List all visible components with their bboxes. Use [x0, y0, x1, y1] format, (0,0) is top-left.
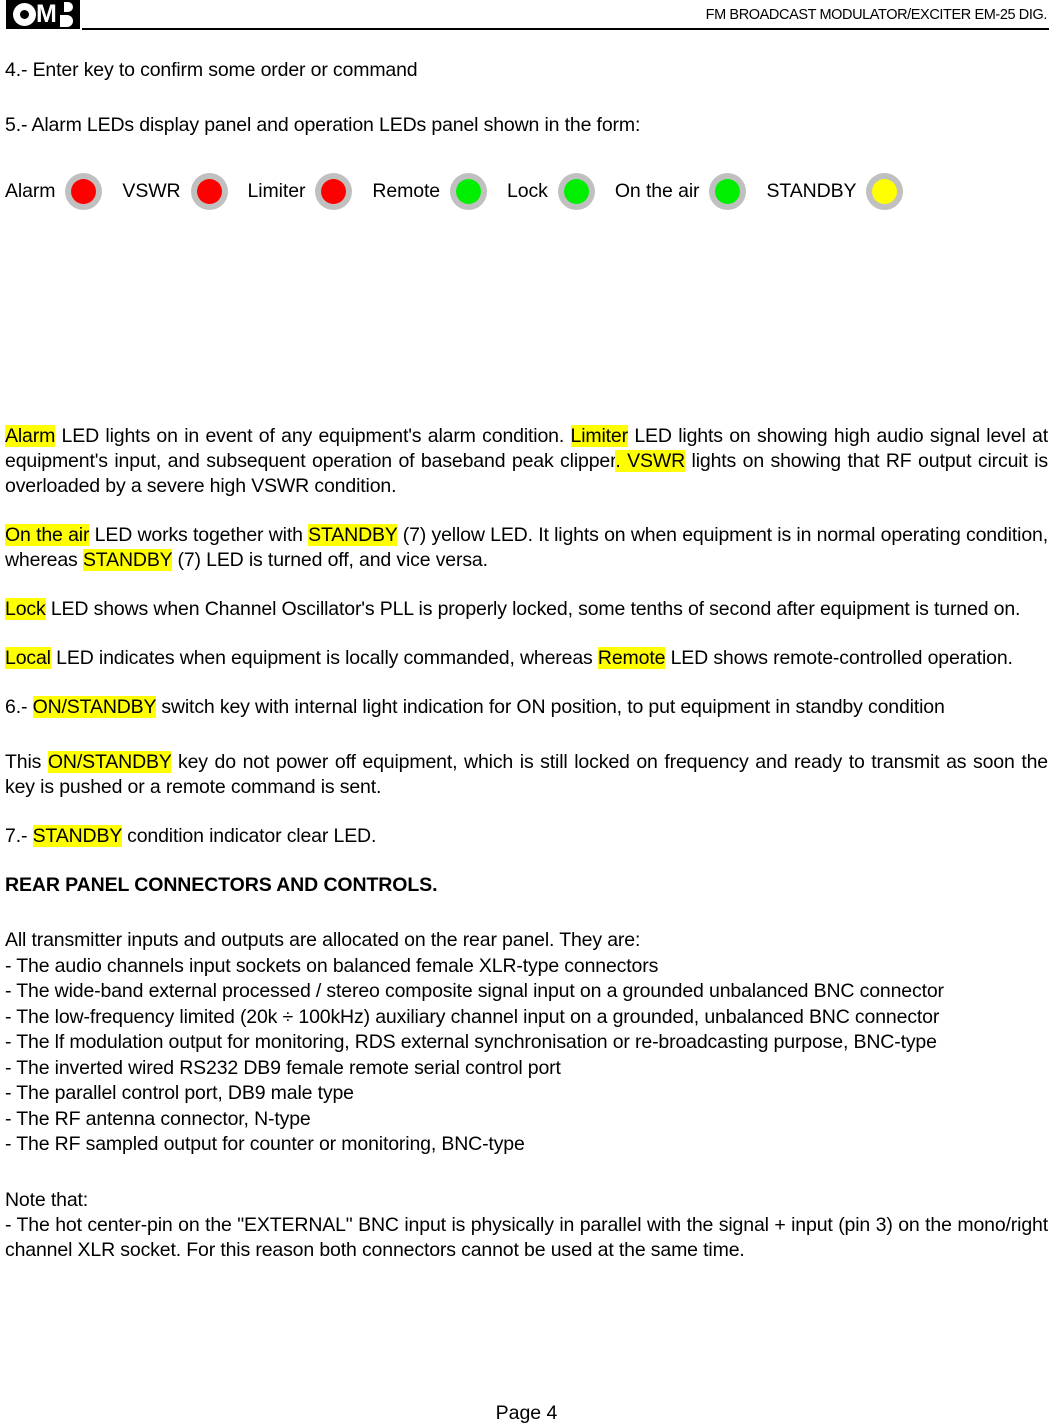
highlight-limiter: Limiter — [570, 425, 628, 447]
rear-panel-bullet: - The RF sampled output for counter or m… — [5, 1133, 525, 1155]
blank-space — [5, 214, 1048, 424]
highlight-on-the-air: On the air — [5, 524, 90, 546]
highlight-on-standby-1: ON/STANDBY — [32, 696, 157, 718]
highlight-lock: Lock — [5, 598, 46, 620]
list-item-4: 4.- Enter key to confirm some order or c… — [5, 59, 418, 81]
led-vswr — [190, 172, 228, 210]
header-title: FM BROADCAST MODULATOR/EXCITER EM-25 DIG… — [705, 7, 1048, 23]
page-number: Page 4 — [495, 1402, 558, 1424]
led-standby — [866, 172, 904, 210]
paragraph-local: Local LED indicates when equipment is lo… — [5, 646, 1048, 671]
led-label-standby: STANDBY — [766, 179, 857, 202]
highlight-vswr: . VSWR — [615, 450, 686, 472]
highlight-remote: Remote — [597, 647, 666, 669]
highlight-standby-1: STANDBY — [308, 524, 398, 546]
note-text: - The hot center-pin on the "EXTERNAL" B… — [5, 1213, 1048, 1261]
led-indicator-panel: Alarm VSWR Limiter Remote Lock On the ai… — [5, 168, 1048, 214]
list-item-6: 6.- ON/STANDBY switch key with internal … — [5, 695, 1048, 720]
led-on-the-air — [709, 172, 747, 210]
rear-panel-bullet: - The audio channels input sockets on ba… — [5, 954, 659, 977]
omb-logo: M — [6, 0, 80, 29]
section-heading-rear-panel: REAR PANEL CONNECTORS AND CONTROLS. — [5, 874, 438, 896]
paragraph-lock-text-1: LED shows when Channel Oscillator's PLL … — [45, 598, 1021, 620]
led-bulb-vswr-icon — [196, 178, 222, 204]
led-label-alarm: Alarm — [5, 179, 56, 202]
paragraph-on-standby-note: This ON/STANDBY key do not power off equ… — [5, 750, 1048, 800]
led-bulb-remote-icon — [456, 178, 482, 204]
list-item-5: 5.- Alarm LEDs display panel and operati… — [5, 114, 641, 136]
paragraph-on-the-air-text-3: (7) LED is turned off, and vice versa. — [172, 549, 488, 571]
paragraph-alarm: Alarm LED lights on in event of any equi… — [5, 424, 1048, 499]
highlight-alarm: Alarm — [5, 425, 56, 447]
paragraph-local-text-1: LED indicates when equipment is locally … — [50, 647, 598, 669]
rear-panel-bullet: - The parallel control port, DB9 male ty… — [5, 1082, 354, 1104]
logo-letter-b-icon — [60, 2, 76, 27]
logo-letter-m-icon: M — [36, 0, 57, 28]
logo-letter-o-center-icon — [20, 10, 29, 19]
list-item-7-prefix: 7.- — [5, 825, 33, 847]
paragraph-local-text-2: LED shows remote-controlled operation. — [665, 647, 1013, 669]
rear-panel-bullet: - The inverted wired RS232 DB9 female re… — [5, 1056, 561, 1079]
list-item-7-text: condition indicator clear LED. — [121, 825, 377, 847]
led-label-on-the-air: On the air — [614, 179, 700, 202]
rear-panel-intro: All transmitter inputs and outputs are a… — [5, 929, 641, 951]
list-item-6-text: switch key with internal light indicatio… — [156, 696, 945, 718]
led-limiter — [315, 172, 353, 210]
paragraph-on-standby-prefix: This — [5, 751, 48, 773]
paragraph-alarm-text-1: LED lights on in event of any equipment'… — [55, 425, 571, 447]
rear-panel-bullet: - The lf modulation output for monitorin… — [5, 1031, 937, 1053]
logo-letter-b-notch-icon — [60, 2, 64, 27]
paragraph-on-the-air: On the air LED works together with STAND… — [5, 523, 1048, 573]
led-label-vswr: VSWR — [122, 179, 181, 202]
paragraph-lock: Lock LED shows when Channel Oscillator's… — [5, 597, 1048, 622]
rear-panel-bullet: - The wide-band external processed / ste… — [5, 980, 944, 1002]
page-content: 4.- Enter key to confirm some order or c… — [0, 34, 1053, 1263]
highlight-local: Local — [5, 647, 51, 669]
led-label-remote: Remote — [372, 179, 441, 202]
note-label: Note that: — [5, 1188, 89, 1211]
rear-panel-bullet: - The RF antenna connector, N-type — [5, 1107, 311, 1130]
highlight-standby-3: STANDBY — [32, 825, 122, 847]
led-bulb-on-the-air-icon — [715, 178, 741, 204]
highlight-on-standby-2: ON/STANDBY — [47, 751, 172, 773]
led-bulb-standby-icon — [872, 178, 898, 204]
list-item-7: 7.- STANDBY condition indicator clear LE… — [5, 824, 1048, 849]
led-bulb-lock-icon — [563, 178, 589, 204]
led-label-lock: Lock — [507, 179, 548, 202]
rear-panel-bullet: - The low-frequency limited (20k ÷ 100kH… — [5, 1005, 940, 1028]
led-bulb-limiter-icon — [321, 178, 347, 204]
document-header: M FM BROADCAST MODULATOR/EXCITER EM-25 D… — [0, 0, 1053, 34]
led-bulb-alarm-icon — [71, 178, 97, 204]
header-underline — [82, 28, 1049, 30]
led-alarm — [65, 172, 103, 210]
list-item-6-prefix: 6.- — [5, 696, 33, 718]
led-remote — [450, 172, 488, 210]
led-lock — [557, 172, 595, 210]
led-label-limiter: Limiter — [247, 179, 306, 202]
highlight-standby-2: STANDBY — [82, 549, 173, 571]
paragraph-on-the-air-text-1: LED works together with — [89, 524, 309, 546]
page-footer: Page 4 — [0, 1401, 1053, 1425]
